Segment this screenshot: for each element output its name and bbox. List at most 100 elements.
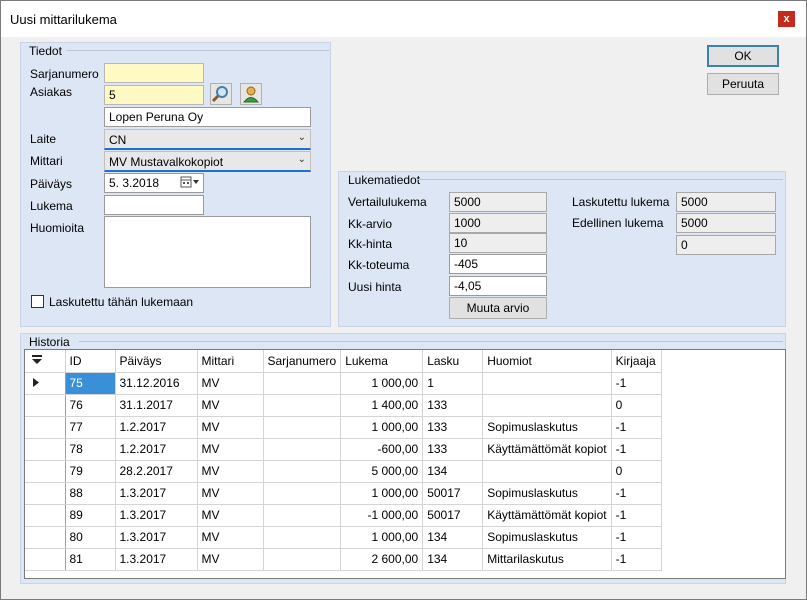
calendar-icon[interactable] [180,176,200,192]
table-row[interactable]: 78 1.2.2017 MV -600,00 133 Käyttämättömä… [25,438,662,461]
cell-meter[interactable]: MV [197,548,264,571]
cell-invoice[interactable]: 133 [422,438,484,461]
cell-meter[interactable]: MV [197,460,264,483]
cell-note[interactable] [482,372,612,395]
table-row[interactable]: 79 28.2.2017 MV 5 000,00 134 0 [25,460,662,483]
cell-recorder[interactable]: -1 [611,526,662,549]
cell-date[interactable]: 28.2.2017 [115,460,198,483]
cell-invoice[interactable]: 133 [422,394,484,417]
cell-note[interactable]: Käyttämättömät kopiot [482,438,612,461]
cell-meter[interactable]: MV [197,526,264,549]
cell-date[interactable]: 1.2.2017 [115,416,198,439]
cell-meter[interactable]: MV [197,504,264,527]
serial-field[interactable] [104,63,204,83]
table-row[interactable]: 88 1.3.2017 MV 1 000,00 50017 Sopimuslas… [25,482,662,505]
customer-search-button[interactable] [210,83,232,105]
cell-reading[interactable]: 5 000,00 [340,460,424,483]
meter-select[interactable]: MV Mustavalkokopiot ⌄ [104,151,311,172]
new-price-field[interactable]: -4,05 [449,276,547,296]
cell-note[interactable]: Sopimuslaskutus [482,482,612,505]
table-row[interactable]: 77 1.2.2017 MV 1 000,00 133 Sopimuslasku… [25,416,662,439]
cell-serial[interactable] [263,460,342,483]
cell-recorder[interactable]: -1 [611,416,662,439]
cell-recorder[interactable]: -1 [611,504,662,527]
cell-id[interactable]: 88 [65,482,116,505]
cell-reading[interactable]: 1 000,00 [340,482,424,505]
cell-id[interactable]: 79 [65,460,116,483]
cell-serial[interactable] [263,548,342,571]
cell-recorder[interactable]: 0 [611,394,662,417]
cell-recorder[interactable]: 0 [611,460,662,483]
cell-recorder[interactable]: -1 [611,372,662,395]
cell-id[interactable]: 76 [65,394,116,417]
cell-meter[interactable]: MV [197,482,264,505]
cell-note[interactable] [482,460,612,483]
reading-field[interactable] [104,195,204,215]
cell-meter[interactable]: MV [197,372,264,395]
table-row[interactable]: 75 31.12.2016 MV 1 000,00 1 -1 [25,372,662,395]
history-grid[interactable]: ID Päiväys Mittari Sarjanumero Lukema La… [24,349,786,579]
cell-invoice[interactable]: 134 [422,460,484,483]
cell-reading[interactable]: 2 600,00 [340,548,424,571]
cell-reading[interactable]: 1 400,00 [340,394,424,417]
kk-actual-field[interactable]: -405 [449,254,547,274]
cell-date[interactable]: 31.12.2016 [115,372,198,395]
cell-reading[interactable]: 1 000,00 [340,526,424,549]
billed-checkbox[interactable] [31,295,44,308]
col-invoice[interactable]: Lasku [422,350,484,373]
cell-id[interactable]: 80 [65,526,116,549]
cell-serial[interactable] [263,416,342,439]
cell-serial[interactable] [263,504,342,527]
cell-invoice[interactable]: 50017 [422,482,484,505]
cell-serial[interactable] [263,438,342,461]
cell-recorder[interactable]: -1 [611,438,662,461]
cell-date[interactable]: 1.3.2017 [115,548,198,571]
cell-date[interactable]: 1.3.2017 [115,482,198,505]
cell-invoice[interactable]: 134 [422,548,484,571]
cell-date[interactable]: 1.3.2017 [115,526,198,549]
table-row[interactable]: 80 1.3.2017 MV 1 000,00 134 Sopimuslasku… [25,526,662,549]
customer-number-field[interactable]: 5 [104,85,204,105]
table-row[interactable]: 89 1.3.2017 MV -1 000,00 50017 Käyttämät… [25,504,662,527]
cell-date[interactable]: 31.1.2017 [115,394,198,417]
cell-date[interactable]: 1.3.2017 [115,504,198,527]
customer-lookup-button[interactable] [240,83,262,105]
cell-serial[interactable] [263,394,342,417]
cell-id[interactable]: 89 [65,504,116,527]
cell-id[interactable]: 75 [65,372,116,395]
cell-note[interactable]: Sopimuslaskutus [482,526,612,549]
cell-recorder[interactable]: -1 [611,548,662,571]
device-select[interactable]: CN ⌄ [104,129,311,150]
notes-field[interactable] [104,216,311,288]
filter-icon[interactable] [25,350,66,373]
cell-id[interactable]: 78 [65,438,116,461]
col-id[interactable]: ID [65,350,116,373]
cell-reading[interactable]: -600,00 [340,438,424,461]
cell-reading[interactable]: -1 000,00 [340,504,424,527]
cell-note[interactable]: Sopimuslaskutus [482,416,612,439]
cell-id[interactable]: 81 [65,548,116,571]
cell-meter[interactable]: MV [197,416,264,439]
cell-invoice[interactable]: 134 [422,526,484,549]
cell-serial[interactable] [263,372,342,395]
col-meter[interactable]: Mittari [197,350,264,373]
cell-reading[interactable]: 1 000,00 [340,416,424,439]
cell-recorder[interactable]: -1 [611,482,662,505]
col-serial[interactable]: Sarjanumero [263,350,342,373]
table-row[interactable]: 81 1.3.2017 MV 2 600,00 134 Mittarilasku… [25,548,662,571]
cell-id[interactable]: 77 [65,416,116,439]
cell-meter[interactable]: MV [197,394,264,417]
col-reading[interactable]: Lukema [340,350,424,373]
change-estimate-button[interactable]: Muuta arvio [449,297,547,319]
cancel-button[interactable]: Peruuta [707,73,779,95]
cell-meter[interactable]: MV [197,438,264,461]
billed-checkbox-label[interactable]: Laskutettu tähän lukemaan [49,295,193,309]
cell-serial[interactable] [263,482,342,505]
table-row[interactable]: 76 31.1.2017 MV 1 400,00 133 0 [25,394,662,417]
ok-button[interactable]: OK [707,45,779,67]
cell-serial[interactable] [263,526,342,549]
cell-date[interactable]: 1.2.2017 [115,438,198,461]
date-picker[interactable]: 5. 3.2018 [104,173,204,193]
cell-note[interactable]: Käyttämättömät kopiot [482,504,612,527]
cell-note[interactable] [482,394,612,417]
